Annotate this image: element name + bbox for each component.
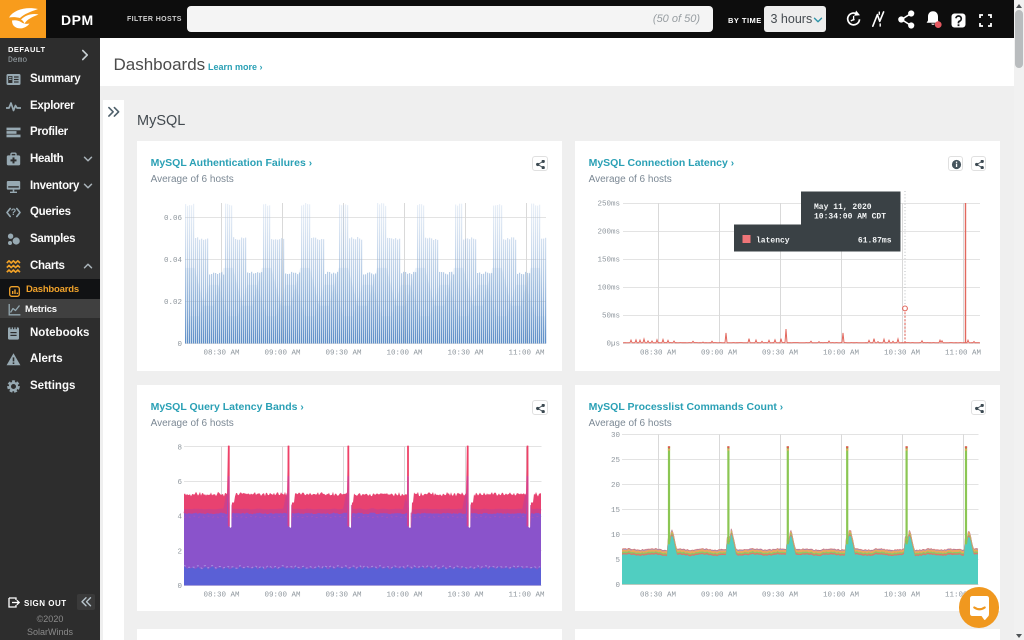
svg-text:6: 6 [177,479,182,487]
svg-text:150ms: 150ms [597,257,620,265]
svg-text:09:30 AM: 09:30 AM [325,592,362,600]
svg-text:10:30 AM: 10:30 AM [447,592,484,600]
svg-text:11:00 AM: 11:00 AM [508,350,545,358]
svg-text:200ms: 200ms [597,229,620,237]
svg-text:09:30 AM: 09:30 AM [762,350,799,358]
svg-text:8: 8 [177,444,182,452]
svg-text:08:30 AM: 08:30 AM [640,592,677,600]
svg-text:4: 4 [177,514,182,522]
svg-text:09:30 AM: 09:30 AM [325,350,362,358]
svg-text:0µs: 0µs [606,341,620,349]
svg-text:08:30 AM: 08:30 AM [203,350,240,358]
svg-text:30: 30 [611,432,621,440]
svg-text:0.02: 0.02 [164,299,182,307]
svg-text:25: 25 [611,457,621,465]
svg-text:09:30 AM: 09:30 AM [762,592,799,600]
svg-text:10:00 AM: 10:00 AM [823,592,860,600]
svg-text:08:30 AM: 08:30 AM [203,592,240,600]
svg-text:5: 5 [615,557,620,565]
svg-text:09:00 AM: 09:00 AM [701,350,738,358]
svg-text:10: 10 [611,532,621,540]
svg-text:09:00 AM: 09:00 AM [701,592,738,600]
svg-text:11:00 AM: 11:00 AM [945,350,982,358]
svg-text:0: 0 [615,582,620,590]
svg-text:250ms: 250ms [597,201,620,209]
svg-text:10:00 AM: 10:00 AM [386,592,423,600]
svg-text:0: 0 [177,341,182,349]
svg-text:10:34:00 AM CDT: 10:34:00 AM CDT [814,213,886,222]
svg-text:May 11, 2020: May 11, 2020 [814,203,872,212]
svg-text:0.06: 0.06 [164,215,183,223]
svg-text:61.87ms: 61.87ms [858,237,892,246]
svg-text:2: 2 [177,548,182,556]
svg-text:0: 0 [177,583,182,591]
svg-text:50ms: 50ms [602,313,620,321]
svg-text:10:00 AM: 10:00 AM [823,350,860,358]
svg-text:08:30 AM: 08:30 AM [640,350,677,358]
svg-text:10:30 AM: 10:30 AM [884,592,921,600]
svg-text:15: 15 [611,507,621,515]
svg-text:10:00 AM: 10:00 AM [386,350,423,358]
svg-text:20: 20 [611,482,621,490]
svg-text:0.04: 0.04 [164,257,183,265]
svg-text:09:00 AM: 09:00 AM [264,592,301,600]
svg-text:?: ? [11,207,17,217]
svg-text:10:30 AM: 10:30 AM [884,350,921,358]
svg-text:latency: latency [756,237,790,246]
svg-text:10:30 AM: 10:30 AM [447,350,484,358]
svg-text:100ms: 100ms [597,285,620,293]
svg-text:11:00 AM: 11:00 AM [508,592,545,600]
svg-text:09:00 AM: 09:00 AM [264,350,301,358]
